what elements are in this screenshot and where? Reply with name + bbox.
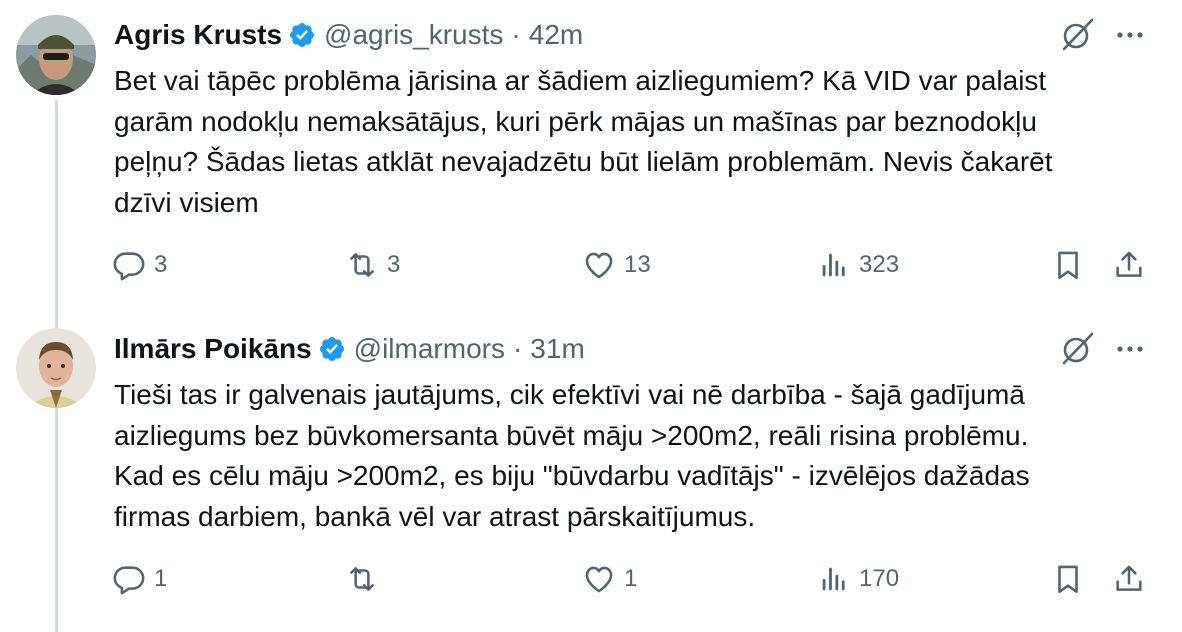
reply-button[interactable]: 3: [112, 245, 167, 285]
grok-icon[interactable]: [1058, 16, 1096, 54]
share-button[interactable]: [1112, 245, 1146, 285]
timestamp[interactable]: 42m: [529, 19, 583, 51]
more-icon[interactable]: [1112, 17, 1148, 53]
tweet-text-line: garām nodokļu nemaksātājus, kuri pērk mā…: [114, 105, 1037, 137]
tweet-text-line: peļņu? Šādas lietas atklāt nevajadzētu b…: [114, 146, 1053, 177]
tweet-text-line: aizliegums bez būvkomersanta būvēt māju …: [114, 419, 1029, 451]
tweet-text: Tieši tas ir galvenais jautājums, cik ef…: [114, 375, 1164, 537]
bookmark-button[interactable]: [1051, 559, 1085, 599]
grok-icon[interactable]: [1058, 330, 1096, 368]
action-bar: 1 1 170: [0, 559, 1182, 599]
share-button[interactable]: [1112, 559, 1146, 599]
author-handle[interactable]: @agris_krusts: [324, 19, 503, 51]
author-name[interactable]: Agris Krusts: [114, 19, 282, 51]
tweet-text-line: firmas darbiem, bankā vēl var atrast pār…: [114, 500, 756, 532]
verified-badge-icon[interactable]: [288, 21, 316, 49]
reply-icon: [113, 566, 145, 595]
views-button[interactable]: 323: [817, 245, 899, 285]
views-count: 323: [859, 251, 900, 278]
avatar[interactable]: [16, 15, 96, 95]
views-count: 170: [859, 565, 900, 592]
reply-icon: [113, 252, 145, 281]
views-icon: [822, 567, 845, 591]
repost-button[interactable]: 3: [345, 245, 400, 285]
repost-button[interactable]: [345, 559, 387, 599]
like-count: 13: [624, 251, 651, 278]
share-icon: [1116, 251, 1142, 277]
tweet-text: Bet vai tāpēc problēma jārisina ar šādie…: [114, 61, 1164, 223]
author-name[interactable]: Ilmārs Poikāns: [114, 333, 312, 365]
like-button[interactable]: 13: [582, 245, 651, 285]
more-icon[interactable]: [1112, 331, 1148, 367]
views-icon: [822, 253, 845, 277]
like-button[interactable]: 1: [582, 559, 637, 599]
reply-count: 3: [154, 251, 168, 278]
repost-icon: [350, 567, 374, 591]
bookmark-icon: [1058, 251, 1078, 280]
like-count: 1: [624, 565, 638, 592]
like-icon: [585, 566, 613, 593]
action-bar: 3 3 13 323: [0, 245, 1182, 285]
views-button[interactable]: 170: [817, 559, 899, 599]
tweet[interactable]: Ilmārs Poikāns @ilmarmors · 31m Tieši ta…: [0, 300, 1182, 632]
verified-badge-icon[interactable]: [318, 335, 346, 363]
tweet-text-line: Kad es cēlu māju >200m2, es biju "būvdar…: [114, 460, 1030, 491]
author-handle[interactable]: @ilmarmors: [354, 333, 505, 365]
tweet[interactable]: Agris Krusts @agris_krusts · 42m Bet vai…: [0, 0, 1182, 300]
repost-icon: [350, 253, 374, 277]
avatar[interactable]: [16, 328, 96, 408]
share-icon: [1116, 565, 1142, 591]
reply-button[interactable]: 1: [112, 559, 167, 599]
timestamp[interactable]: 31m: [530, 333, 584, 365]
tweet-text-line: Tieši tas ir galvenais jautājums, cik ef…: [114, 379, 1025, 410]
like-icon: [585, 252, 613, 279]
tweet-text-line: Bet vai tāpēc problēma jārisina ar šādie…: [114, 65, 1047, 96]
bookmark-icon: [1058, 565, 1078, 594]
tweet-text-line: dzīvi visiem: [114, 186, 259, 218]
tweet-header: Agris Krusts @agris_krusts · 42m: [114, 17, 583, 53]
separator-dot: ·: [512, 333, 523, 364]
separator-dot: ·: [511, 19, 521, 50]
reply-count: 1: [154, 565, 168, 592]
tweet-header: Ilmārs Poikāns @ilmarmors · 31m: [114, 331, 585, 367]
bookmark-button[interactable]: [1051, 245, 1085, 285]
repost-count: 3: [387, 251, 401, 278]
